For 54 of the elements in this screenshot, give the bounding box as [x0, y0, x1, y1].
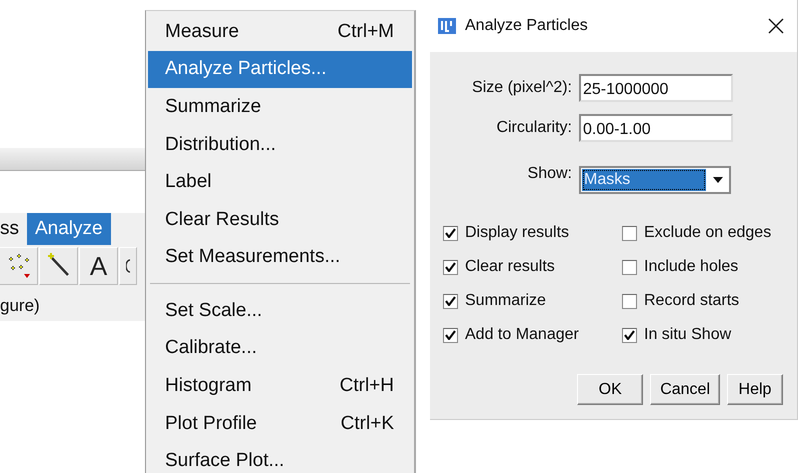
checkbox[interactable]	[622, 260, 637, 274]
checkbox-label: Summarize	[465, 292, 546, 310]
checkbox[interactable]	[443, 294, 458, 308]
menu-item[interactable]: Clear Results	[148, 200, 412, 238]
menu-item[interactable]: Surface Plot...	[148, 442, 412, 473]
menu-item[interactable]: Label	[148, 163, 412, 201]
text-tool-button[interactable]: A	[79, 247, 118, 285]
dialog-button[interactable]: OK	[577, 374, 644, 405]
checkbox-label: In situ Show	[644, 326, 732, 344]
checkbox-label: Include holes	[644, 258, 738, 276]
checkmark-icon	[445, 262, 456, 272]
checkbox[interactable]	[443, 260, 458, 274]
checkbox[interactable]	[622, 328, 637, 342]
menu-item[interactable]: Summarize	[148, 88, 412, 126]
menu-item[interactable]: Distribution...	[148, 126, 412, 164]
menu-bar-item[interactable]: Analyze	[27, 213, 111, 245]
multipoint-icon	[6, 253, 30, 279]
checkbox-label: Clear results	[465, 258, 555, 276]
dialog-button[interactable]: Cancel	[650, 374, 720, 405]
menu-item[interactable]: Measure Ctrl+M	[148, 13, 412, 51]
field-label: Size (pixel^2):	[471, 79, 572, 97]
checkbox-label: Exclude on edges	[644, 224, 772, 242]
checkmark-icon	[445, 228, 456, 238]
menu-item[interactable]: Set Measurements...	[148, 238, 412, 276]
wand-tool-button[interactable]	[39, 247, 78, 285]
checkmark-icon	[445, 330, 456, 340]
field-label: Show:	[526, 165, 572, 183]
checkbox-label: Record starts	[644, 292, 740, 310]
menu-item[interactable]: Analyze Particles...	[148, 50, 412, 88]
checkbox-label: Add to Manager	[465, 326, 579, 344]
checkbox[interactable]	[443, 226, 458, 240]
tool-button[interactable]	[119, 247, 137, 285]
checkbox[interactable]	[622, 226, 637, 240]
close-icon	[768, 18, 784, 34]
dialog-title: Analyze Particles	[465, 17, 589, 35]
field-label: Circularity:	[495, 119, 572, 137]
menu-item[interactable]: Calibrate...	[148, 330, 412, 368]
checkbox[interactable]	[622, 294, 637, 308]
menu-item[interactable]: Plot Profile Ctrl+K	[148, 404, 412, 442]
text-field[interactable]: 0.00-1.00	[579, 114, 733, 142]
menu-item[interactable]: Histogram Ctrl+H	[148, 367, 412, 405]
dialog-button[interactable]: Help	[727, 374, 783, 405]
multipoint-tool-button[interactable]	[0, 247, 38, 285]
checkbox[interactable]	[443, 328, 458, 342]
arc-icon	[126, 259, 130, 273]
checkmark-icon	[445, 296, 456, 306]
menu-item[interactable]: Set Scale...	[148, 292, 412, 330]
menu-bar-item[interactable]: ss	[0, 213, 27, 245]
app-icon	[438, 18, 456, 34]
checkbox-label: Display results	[465, 224, 570, 242]
dropdown[interactable]: Masks	[579, 166, 731, 194]
checkmark-icon	[624, 330, 635, 340]
text-field[interactable]: 25-1000000	[579, 74, 733, 102]
dropdown-arrow-icon	[713, 177, 723, 183]
